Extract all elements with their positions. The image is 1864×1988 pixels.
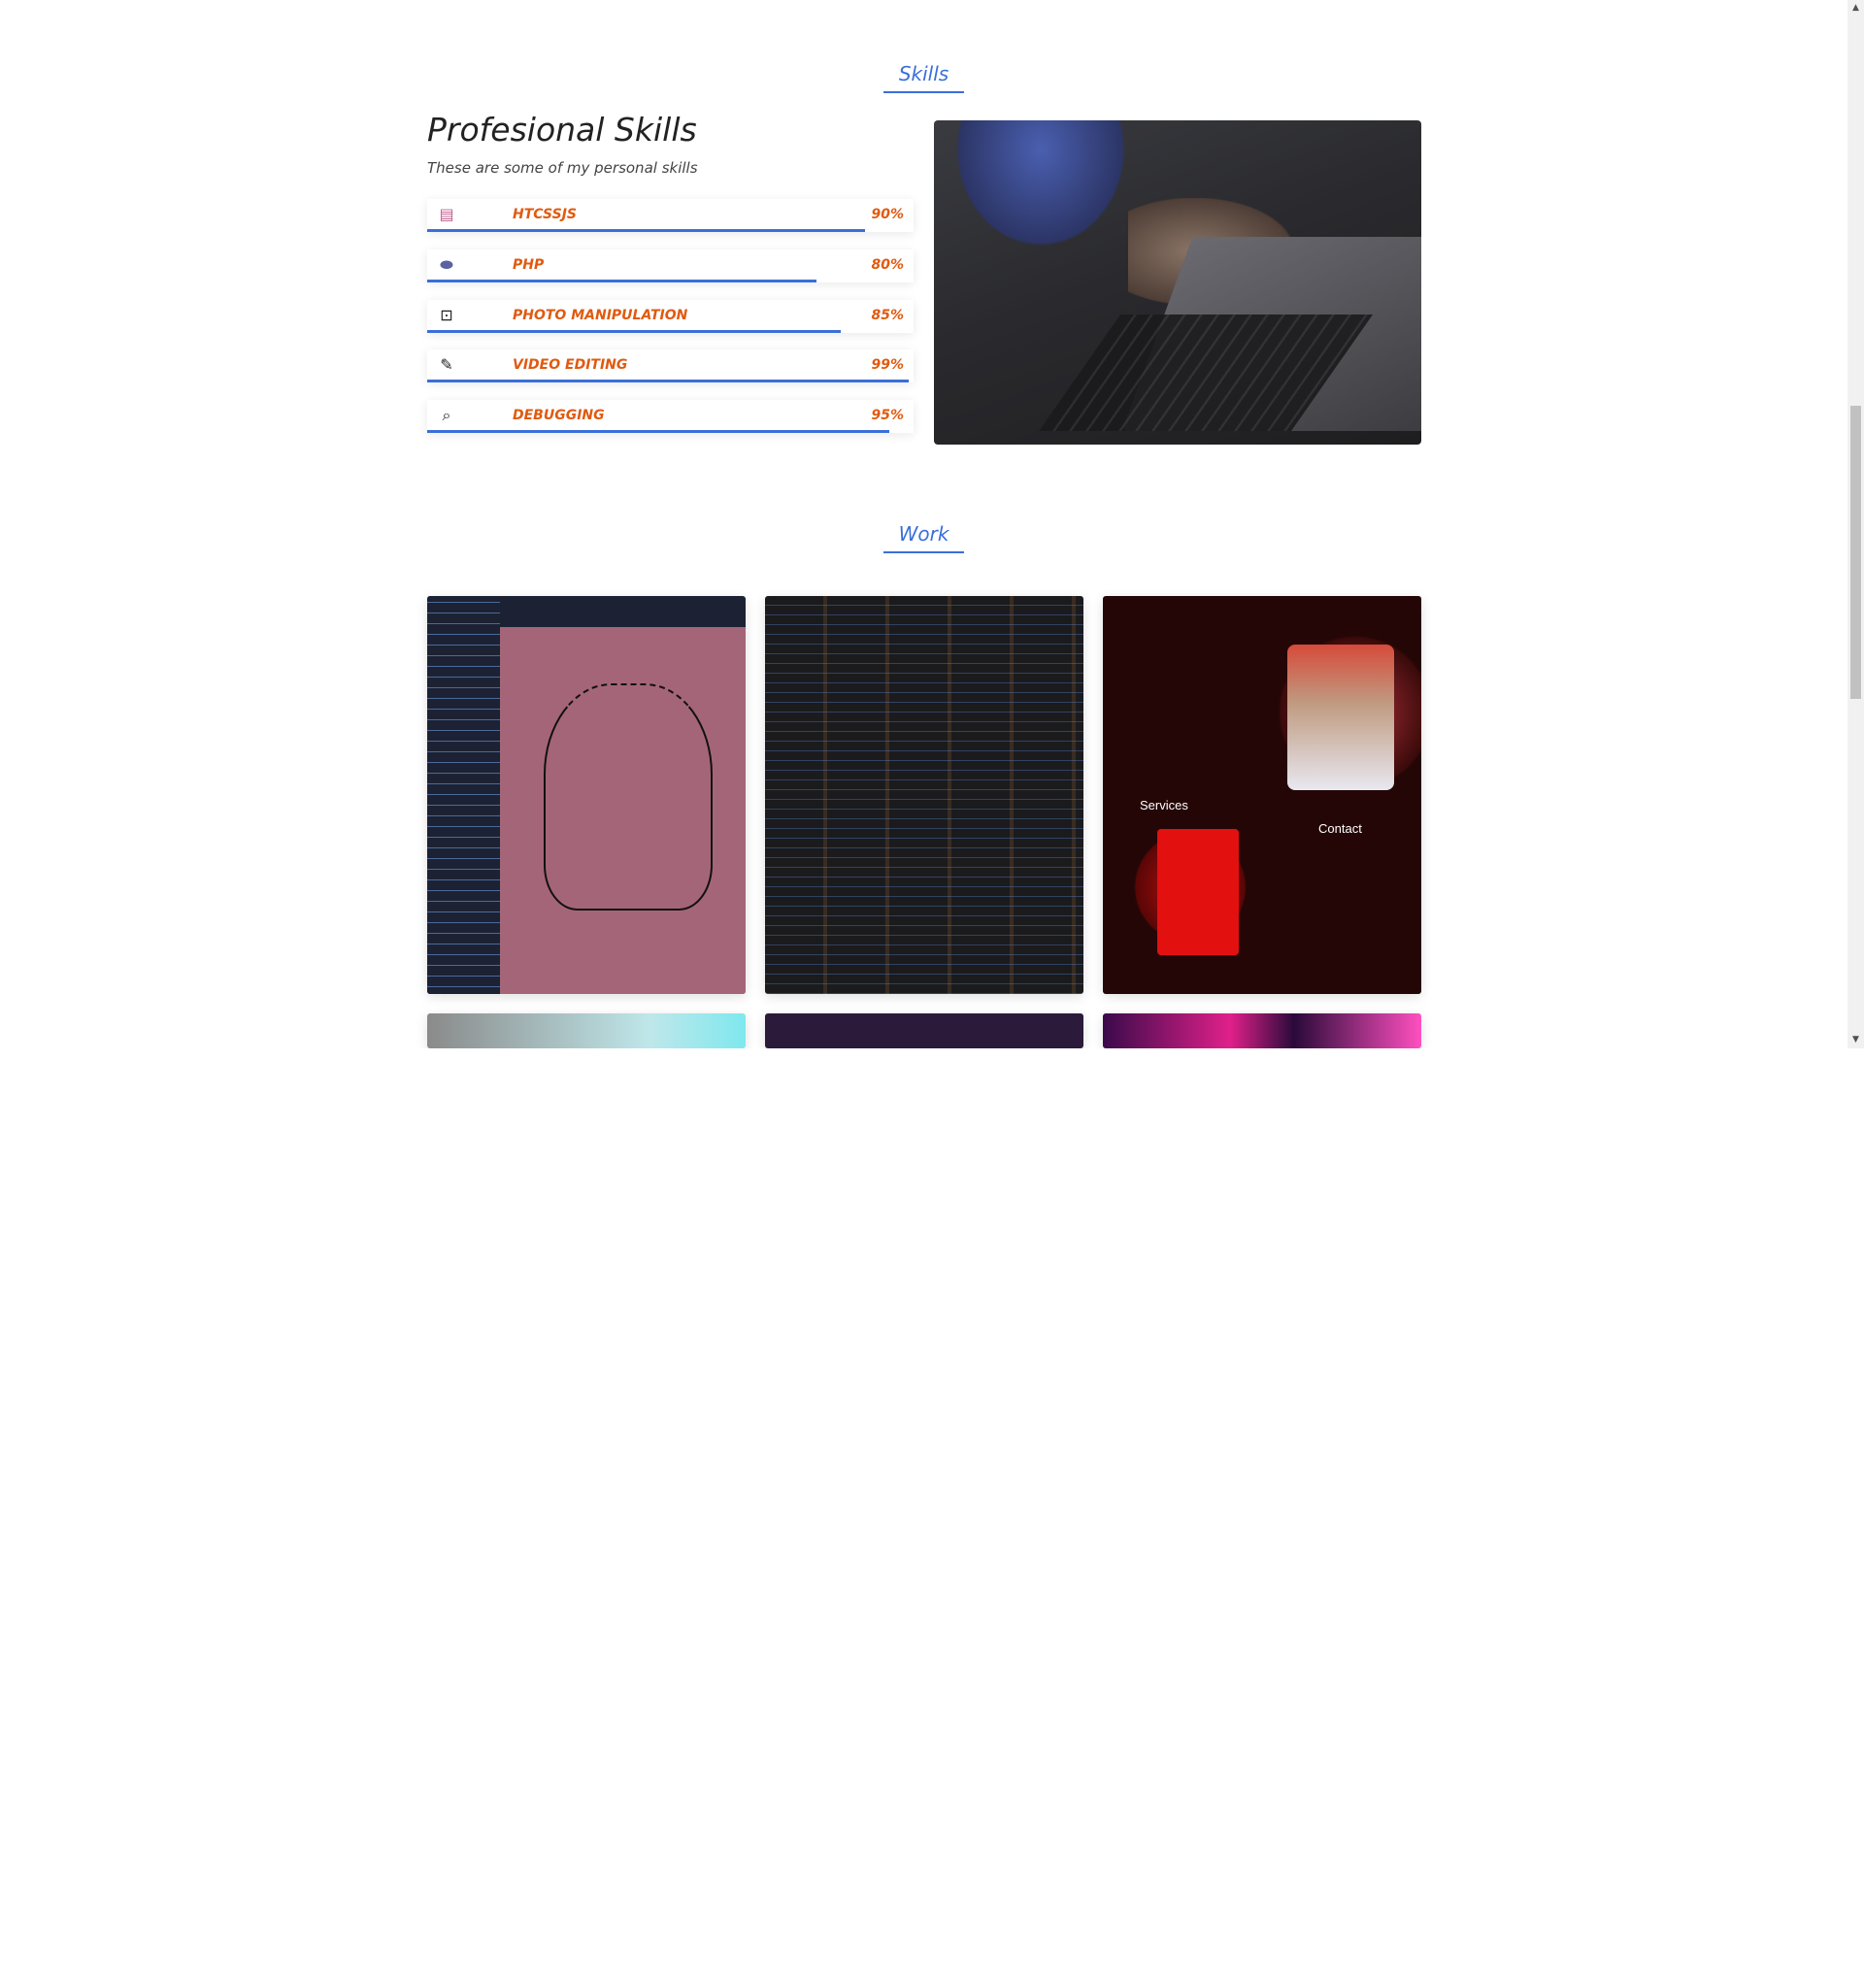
scrollbar-thumb[interactable] — [1850, 406, 1861, 699]
page-viewport: Skills Profesional Skills These are some… — [0, 0, 1847, 1048]
skill-level-bar — [427, 280, 816, 282]
php-icon: ⬬ — [440, 255, 453, 274]
skills-subtitle: These are some of my personal skills — [427, 159, 698, 177]
edit-icon: ✎ — [440, 355, 453, 374]
work-thumbnail-portfolio[interactable]: Services Contact — [1103, 596, 1421, 994]
photo-icon: ⊡ — [440, 306, 453, 324]
skill-item-htcssjs: ▤ HTCSSJS 90% — [427, 199, 914, 232]
vertical-scrollbar[interactable]: ▲ ▼ — [1847, 0, 1864, 1048]
work-thumbnail-5[interactable] — [765, 1013, 1083, 1048]
work-thumbnail-code[interactable] — [765, 596, 1083, 994]
skills-section-title: Skills — [0, 62, 1847, 93]
skill-level-bar — [427, 229, 865, 232]
work-thumbnail-sketch[interactable] — [427, 596, 746, 994]
skill-item-debugging: ⌕ DEBUGGING 95% — [427, 400, 914, 433]
skill-level-bar — [427, 380, 909, 382]
portrait-image — [1287, 645, 1394, 790]
scroll-down-arrow-icon[interactable]: ▼ — [1847, 1032, 1864, 1048]
skill-level-bar — [427, 430, 889, 433]
skill-item-php: ⬬ PHP 80% — [427, 249, 914, 282]
debug-search-icon: ⌕ — [442, 406, 451, 424]
work-thumbnail-6[interactable] — [1103, 1013, 1421, 1048]
laptop-typing-photo — [934, 120, 1421, 445]
work-section-title: Work — [0, 522, 1847, 553]
work-thumbnail-4[interactable] — [427, 1013, 746, 1048]
scroll-up-arrow-icon[interactable]: ▲ — [1847, 0, 1864, 17]
skills-heading: Profesional Skills — [427, 111, 697, 149]
skill-item-video-editing: ✎ VIDEO EDITING 99% — [427, 349, 914, 382]
skill-item-photo-manipulation: ⊡ PHOTO MANIPULATION 85% — [427, 300, 914, 333]
skill-level-bar — [427, 330, 841, 333]
html-css-js-icon: ▤ — [439, 205, 454, 223]
